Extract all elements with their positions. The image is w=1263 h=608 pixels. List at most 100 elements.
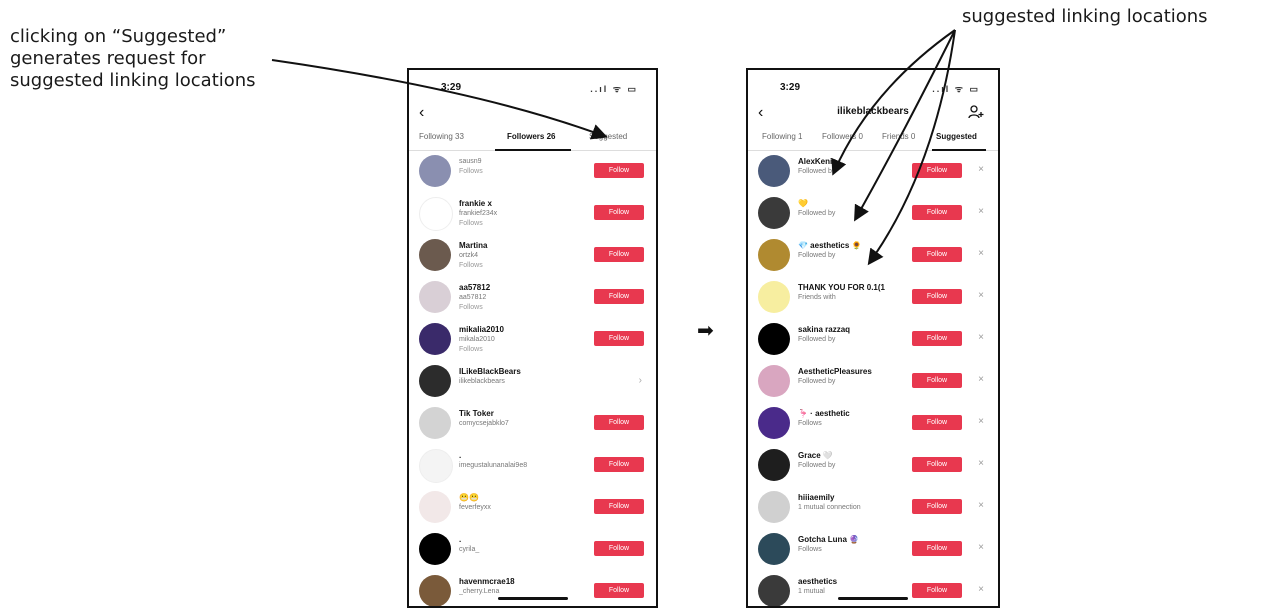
close-icon[interactable]: ×	[978, 416, 984, 427]
list-item[interactable]: havenmcrae18 _cherry.Lena Follow	[409, 571, 656, 606]
back-chevron-icon[interactable]: ‹	[419, 104, 424, 122]
status-bar: 3:29 ..ıl ᯤ ▭	[409, 70, 656, 104]
follow-button[interactable]: Follow	[594, 247, 644, 262]
follow-button[interactable]: Follow	[594, 163, 644, 178]
list-item[interactable]: Tik Toker comycsejabklo7 Follow	[409, 403, 656, 445]
avatar[interactable]	[419, 239, 451, 271]
follow-button[interactable]: Follow	[594, 205, 644, 220]
tab-bar: Following 1 Followers 0 Friends 0 Sugges…	[748, 126, 998, 151]
user-info: . cyrila_	[459, 535, 589, 555]
list-item[interactable]: . cyrila_ Follow	[409, 529, 656, 571]
avatar[interactable]	[419, 449, 453, 483]
list-item[interactable]: 💛 Followed by Follow ×	[748, 193, 998, 235]
avatar[interactable]	[419, 491, 451, 523]
follow-button[interactable]: Follow	[912, 247, 962, 262]
follow-button[interactable]: Follow	[594, 289, 644, 304]
close-icon[interactable]: ×	[978, 290, 984, 301]
user-handle: ilikeblackbears	[459, 378, 505, 385]
suggested-list: AlexKenic Followed by Follow × 💛 Followed by F…	[748, 151, 998, 606]
list-item[interactable]: 😬😬 feverfeyxx Follow	[409, 487, 656, 529]
close-icon[interactable]: ×	[978, 164, 984, 175]
follow-button[interactable]: Follow	[912, 289, 962, 304]
avatar[interactable]	[419, 323, 451, 355]
chevron-right-icon[interactable]: ›	[639, 375, 642, 386]
avatar[interactable]	[758, 281, 790, 313]
avatar[interactable]	[758, 533, 790, 565]
user-handle: feverfeyxx	[459, 504, 491, 511]
username: havenmcrae18	[459, 577, 515, 586]
close-icon[interactable]: ×	[978, 458, 984, 469]
list-item[interactable]: 🦩 · aesthetic Follows Follow ×	[748, 403, 998, 445]
list-item[interactable]: Martina ortzk4 Follows Follow	[409, 235, 656, 277]
close-icon[interactable]: ×	[978, 374, 984, 385]
follow-button[interactable]: Follow	[594, 499, 644, 514]
follow-button[interactable]: Follow	[912, 457, 962, 472]
follow-button[interactable]: Follow	[594, 541, 644, 556]
list-item[interactable]: aesthetics 1 mutual Follow ×	[748, 571, 998, 606]
avatar[interactable]	[419, 407, 451, 439]
list-item[interactable]: ILikeBlackBears ilikeblackbears ›	[409, 361, 656, 403]
close-icon[interactable]: ×	[978, 248, 984, 259]
follow-button[interactable]: Follow	[912, 541, 962, 556]
list-item[interactable]: hiiiaemily 1 mutual connection Follow ×	[748, 487, 998, 529]
avatar[interactable]	[419, 365, 451, 397]
avatar[interactable]	[419, 575, 451, 606]
list-item[interactable]: Grace 🤍 Followed by Follow ×	[748, 445, 998, 487]
close-icon[interactable]: ×	[978, 542, 984, 553]
follow-button[interactable]: Follow	[912, 331, 962, 346]
list-item[interactable]: . imegustalunanalai9e8 Follow	[409, 445, 656, 487]
list-item[interactable]: frankie x frankief234x Follows Follow	[409, 193, 656, 235]
avatar[interactable]	[758, 449, 790, 481]
follow-button[interactable]: Follow	[594, 457, 644, 472]
follow-button[interactable]: Follow	[594, 583, 644, 598]
close-icon[interactable]: ×	[978, 332, 984, 343]
tab-following[interactable]: Following 33	[419, 132, 464, 141]
avatar[interactable]	[758, 197, 790, 229]
follow-button[interactable]: Follow	[912, 499, 962, 514]
follow-button[interactable]: Follow	[912, 205, 962, 220]
list-item[interactable]: AestheticPleasures Followed by Follow ×	[748, 361, 998, 403]
username: aesthetics	[798, 577, 838, 586]
follow-button[interactable]: Follow	[594, 415, 644, 430]
list-item[interactable]: sausn9 Follows Follow	[409, 151, 656, 193]
follow-button[interactable]: Follow	[912, 583, 962, 598]
tab-followers[interactable]: Followers 26	[507, 132, 555, 141]
close-icon[interactable]: ×	[978, 584, 984, 595]
avatar[interactable]	[758, 239, 790, 271]
follow-button[interactable]: Follow	[594, 331, 644, 346]
relation-text: Follows	[459, 220, 483, 227]
follow-button[interactable]: Follow	[912, 373, 962, 388]
user-info: sausn9 Follows	[459, 157, 589, 177]
avatar[interactable]	[419, 197, 453, 231]
avatar[interactable]	[758, 365, 790, 397]
avatar[interactable]	[419, 155, 451, 187]
tab-friends[interactable]: Friends 0	[882, 132, 915, 141]
list-item[interactable]: AlexKenic Followed by Follow ×	[748, 151, 998, 193]
tab-followers[interactable]: Followers 0	[822, 132, 863, 141]
list-item[interactable]: mikalia2010 mikala2010 Follows Follow	[409, 319, 656, 361]
list-item[interactable]: sakina razzaq Followed by Follow ×	[748, 319, 998, 361]
tab-suggested[interactable]: Suggested	[589, 132, 627, 141]
avatar[interactable]	[758, 575, 790, 606]
close-icon[interactable]: ×	[978, 500, 984, 511]
avatar[interactable]	[758, 407, 790, 439]
close-icon[interactable]: ×	[978, 206, 984, 217]
relation-text: Follows	[459, 304, 483, 311]
follow-button[interactable]: Follow	[912, 415, 962, 430]
avatar[interactable]	[758, 155, 790, 187]
list-item[interactable]: Gotcha Luna 🔮 Follows Follow ×	[748, 529, 998, 571]
header: ‹	[409, 104, 656, 126]
username: 😬😬	[459, 493, 479, 502]
add-user-icon[interactable]	[968, 104, 984, 120]
avatar[interactable]	[419, 533, 451, 565]
tab-following[interactable]: Following 1	[762, 132, 802, 141]
avatar[interactable]	[419, 281, 451, 313]
list-item[interactable]: aa57812 aa57812 Follows Follow	[409, 277, 656, 319]
tab-suggested[interactable]: Suggested	[936, 132, 977, 141]
avatar[interactable]	[758, 491, 790, 523]
list-item[interactable]: 💎 aesthetics 🌻 Followed by Follow ×	[748, 235, 998, 277]
user-handle: Follows	[798, 420, 822, 427]
avatar[interactable]	[758, 323, 790, 355]
follow-button[interactable]: Follow	[912, 163, 962, 178]
list-item[interactable]: THANK YOU FOR 0.1(1 Friends with Follow ×	[748, 277, 998, 319]
